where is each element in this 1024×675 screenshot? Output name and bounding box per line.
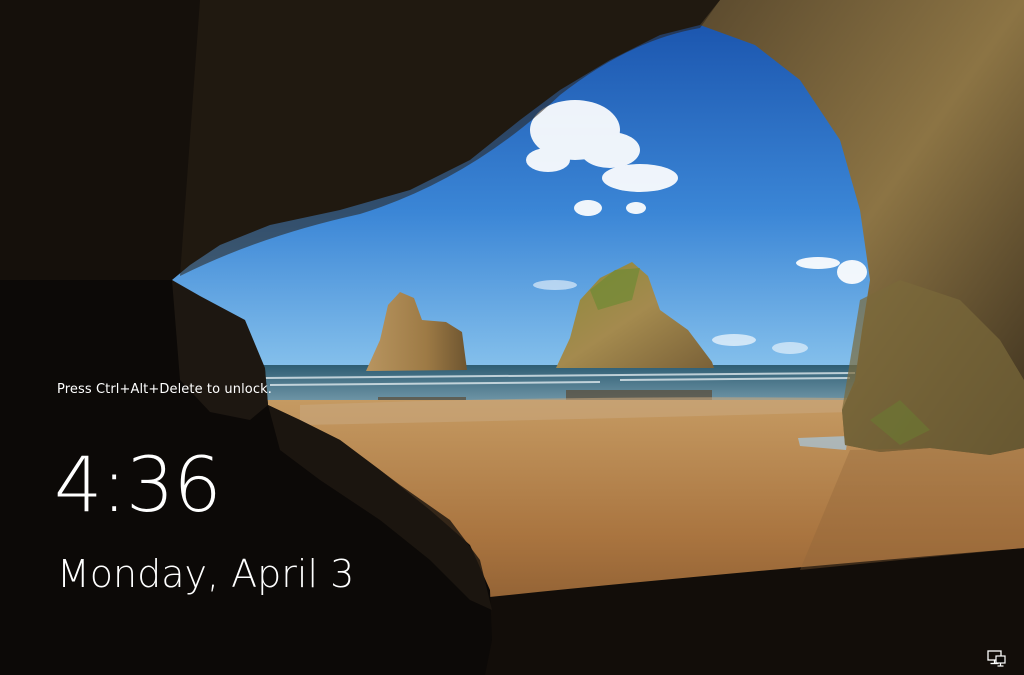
lock-screen[interactable]: Press Ctrl+Alt+Delete to unlock. 4:36 Mo… — [0, 0, 1024, 675]
unlock-hint: Press Ctrl+Alt+Delete to unlock. — [57, 382, 272, 397]
network-button[interactable] — [986, 648, 1008, 668]
clock-time: 4:36 — [54, 440, 222, 529]
network-monitor-icon — [987, 650, 1006, 667]
clock-date: Monday, April 3 — [57, 552, 355, 596]
